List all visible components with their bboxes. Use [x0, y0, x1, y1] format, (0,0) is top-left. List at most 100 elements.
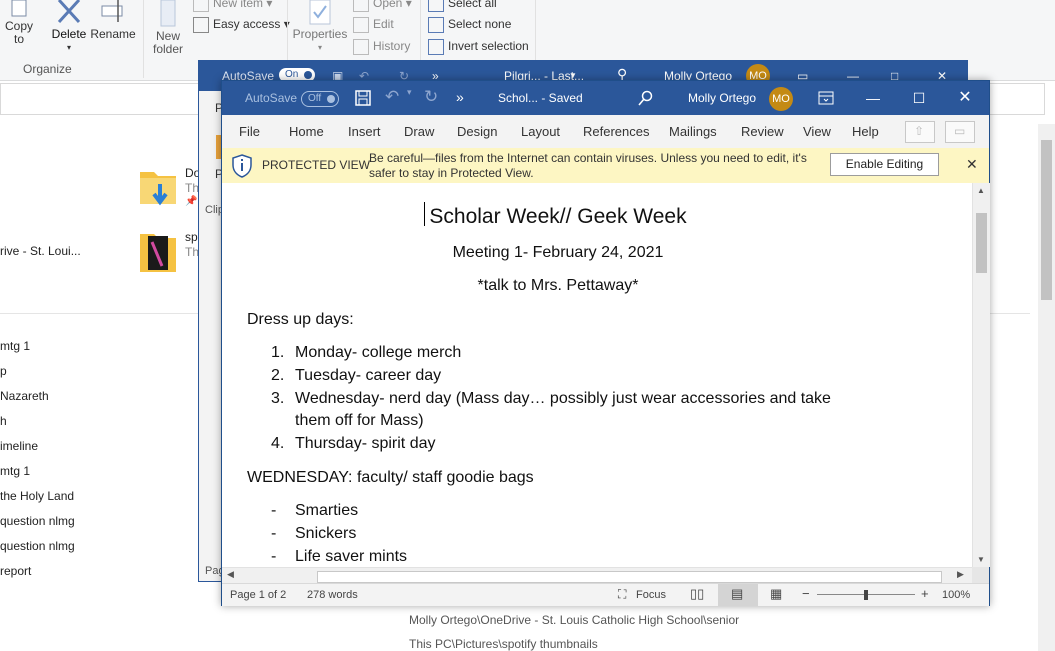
- explorer-file-path: Molly Ortego\OneDrive - St. Louis Cathol…: [409, 613, 740, 627]
- properties-button[interactable]: Properties ▾: [292, 0, 348, 54]
- tab-design[interactable]: Design: [457, 124, 497, 139]
- delete-button[interactable]: Delete ▾: [50, 0, 88, 54]
- tab-layout[interactable]: Layout: [521, 124, 560, 139]
- more-commands-icon[interactable]: »: [456, 89, 464, 105]
- minimize-button[interactable]: —: [850, 81, 896, 115]
- nav-item[interactable]: question nlmg: [0, 514, 75, 528]
- tab-insert[interactable]: Insert: [348, 124, 381, 139]
- doc-meeting-line[interactable]: Meeting 1- February 24, 2021: [222, 244, 894, 262]
- tab-review[interactable]: Review: [741, 124, 784, 139]
- maximize-button[interactable]: ☐: [896, 81, 942, 115]
- new-folder-button[interactable]: New folder: [150, 0, 186, 56]
- protected-view-title: PROTECTED VIEW: [262, 158, 371, 172]
- doc-title-line[interactable]: Scholar Week// Geek Week: [222, 205, 894, 229]
- zoom-slider-thumb[interactable]: [864, 590, 868, 600]
- history-button[interactable]: History: [353, 37, 410, 55]
- close-button[interactable]: ✕: [942, 81, 988, 115]
- list-item[interactable]: Thursday- spirit day: [295, 435, 436, 453]
- tab-mailings[interactable]: Mailings: [669, 124, 717, 139]
- tab-home[interactable]: Home: [289, 124, 324, 139]
- scroll-down-arrow-icon[interactable]: ▼: [977, 555, 985, 564]
- file-name: sp: [185, 230, 198, 244]
- list-item[interactable]: Tuesday- career day: [295, 367, 441, 385]
- search-icon[interactable]: [638, 90, 654, 106]
- doc-note-line[interactable]: *talk to Mrs. Pettaway*: [222, 277, 894, 295]
- copy-to-button[interactable]: Copy to: [4, 0, 34, 46]
- scroll-up-arrow-icon[interactable]: ▲: [977, 186, 985, 195]
- autosave-label: AutoSave: [245, 91, 298, 105]
- horizontal-scroll-thumb[interactable]: [317, 571, 942, 583]
- select-none-button[interactable]: Select none: [428, 15, 511, 33]
- nav-item[interactable]: imeline: [0, 439, 38, 453]
- new-folder-icon: [160, 0, 176, 27]
- word-window[interactable]: AutoSave Off ↶ ▾ ↻ » Schol... - Saved Mo…: [221, 80, 990, 606]
- ribbon-display-options-icon[interactable]: [818, 91, 834, 105]
- nav-item[interactable]: report: [0, 564, 31, 578]
- nav-item[interactable]: Nazareth: [0, 389, 49, 403]
- enable-editing-button[interactable]: Enable Editing: [830, 153, 939, 176]
- tab-help[interactable]: Help: [852, 124, 879, 139]
- nav-item[interactable]: the Holy Land: [0, 489, 74, 503]
- comments-button[interactable]: ▭: [945, 121, 975, 143]
- delete-label: Delete: [51, 27, 87, 41]
- list-item[interactable]: Smarties: [295, 502, 358, 520]
- share-button[interactable]: ⇧: [905, 121, 935, 143]
- open-button[interactable]: Open ▾: [353, 0, 412, 12]
- vertical-scrollbar[interactable]: ▲ ▼: [972, 183, 990, 567]
- vertical-scroll-thumb[interactable]: [976, 213, 987, 273]
- zoom-out-icon[interactable]: −: [802, 586, 810, 601]
- nav-item[interactable]: question nlmg: [0, 539, 75, 553]
- list-item[interactable]: Life saver mints: [295, 548, 407, 566]
- toggle-knob: [327, 95, 335, 103]
- tab-file[interactable]: File: [239, 124, 260, 139]
- doc-dress-heading[interactable]: Dress up days:: [247, 311, 354, 329]
- zoom-in-icon[interactable]: +: [921, 586, 929, 601]
- read-mode-icon[interactable]: ▯▯: [690, 586, 704, 602]
- list-number: 4.: [271, 435, 285, 452]
- nav-item[interactable]: mtg 1: [0, 464, 30, 478]
- organize-group-label: Organize: [23, 62, 72, 76]
- list-item[interactable]: Monday- college merch: [295, 344, 461, 362]
- scroll-right-arrow-icon[interactable]: ▶: [957, 569, 964, 580]
- tab-view[interactable]: View: [803, 124, 831, 139]
- list-number: 1.: [271, 344, 285, 361]
- explorer-scroll-thumb[interactable]: [1041, 140, 1052, 300]
- rename-button[interactable]: Rename: [90, 0, 136, 41]
- list-item[interactable]: Snickers: [295, 525, 356, 543]
- nav-item[interactable]: p: [0, 364, 7, 378]
- tab-draw[interactable]: Draw: [404, 124, 434, 139]
- nav-item[interactable]: h: [0, 414, 7, 428]
- redo-icon[interactable]: ↻: [424, 87, 438, 107]
- shield-info-icon: [232, 154, 252, 178]
- invert-selection-button[interactable]: Invert selection: [428, 37, 529, 55]
- list-item-continuation[interactable]: them off for Mass): [295, 412, 424, 430]
- close-icon[interactable]: ✕: [966, 156, 978, 173]
- word-count[interactable]: 278 words: [307, 589, 358, 601]
- undo-dropdown-icon[interactable]: ▾: [407, 87, 412, 98]
- new-item-button[interactable]: New item ▾: [193, 0, 272, 12]
- zoom-level[interactable]: 100%: [942, 589, 970, 601]
- doc-wednesday-heading[interactable]: WEDNESDAY: faculty/ staff goodie bags: [247, 469, 534, 487]
- nav-item-onedrive[interactable]: rive - St. Loui...: [0, 244, 81, 258]
- web-layout-icon[interactable]: ▦: [770, 586, 782, 602]
- easy-access-button[interactable]: Easy access ▾: [193, 15, 290, 33]
- nav-item[interactable]: mtg 1: [0, 339, 30, 353]
- save-icon[interactable]: [355, 90, 371, 106]
- focus-button[interactable]: Focus: [636, 589, 666, 601]
- undo-icon[interactable]: ↶: [385, 87, 399, 107]
- avatar[interactable]: MO: [769, 87, 793, 111]
- page-count[interactable]: Page 1 of 2: [230, 589, 286, 601]
- new-item-label: New item: [213, 0, 264, 10]
- tab-references[interactable]: References: [583, 124, 649, 139]
- file-subtitle: Th: [185, 245, 200, 259]
- list-item[interactable]: Wednesday- nerd day (Mass day… possibly …: [295, 390, 831, 408]
- select-all-button[interactable]: Select all: [428, 0, 497, 12]
- autosave-toggle[interactable]: Off: [301, 91, 339, 107]
- document-canvas[interactable]: Scholar Week// Geek Week Meeting 1- Febr…: [222, 183, 972, 567]
- edit-button[interactable]: Edit: [353, 15, 394, 33]
- chevron-down-icon[interactable]: ▼: [569, 71, 577, 80]
- word-titlebar[interactable]: AutoSave Off ↶ ▾ ↻ » Schol... - Saved Mo…: [222, 81, 989, 115]
- autosave-toggle-label: Off: [308, 93, 322, 104]
- horizontal-scrollbar[interactable]: ◀ ▶: [222, 567, 972, 584]
- scroll-left-arrow-icon[interactable]: ◀: [227, 569, 234, 580]
